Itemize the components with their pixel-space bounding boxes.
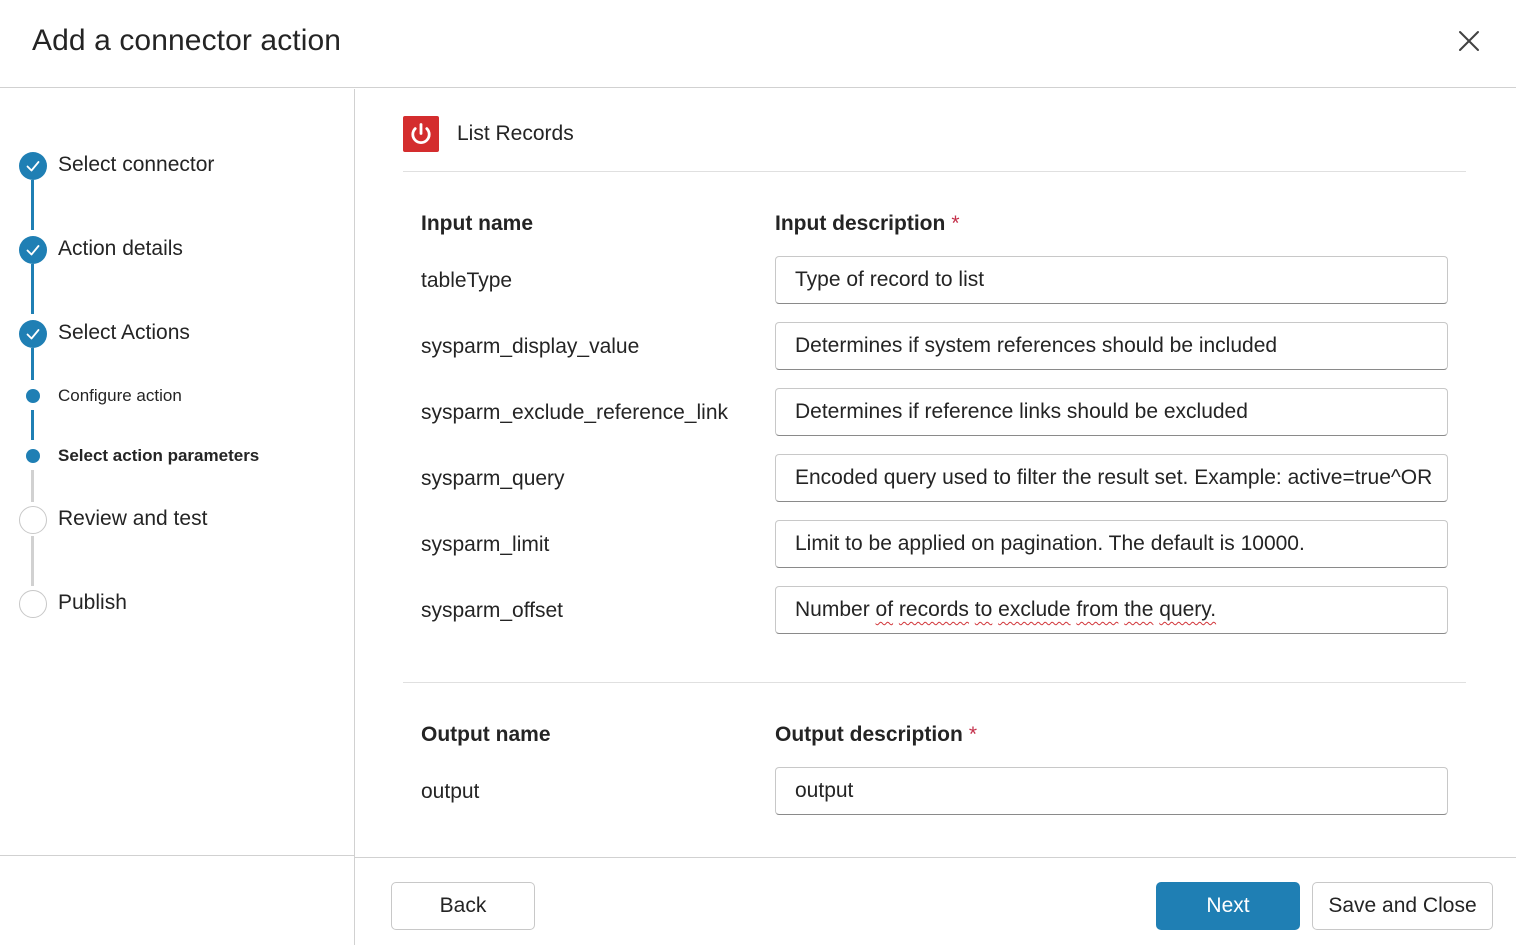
- stepper-sidebar: [0, 89, 354, 856]
- description-word: Number: [795, 598, 870, 621]
- input-name-header: Input name: [421, 212, 534, 235]
- output-description-field[interactable]: output: [775, 767, 1448, 815]
- description-word: records: [898, 598, 969, 621]
- description-word: exclude: [998, 598, 1071, 621]
- output-name: output: [421, 780, 480, 803]
- action-name: List Records: [457, 122, 574, 145]
- input-description-header: Input description *: [775, 212, 960, 236]
- output-description-header: Output description *: [775, 723, 977, 747]
- input-name: tableType: [421, 269, 513, 292]
- footer-divider: [355, 857, 1516, 858]
- input-name: sysparm_offset: [421, 599, 564, 622]
- save-and-close-button[interactable]: Save and Close: [1312, 882, 1493, 930]
- input-description-header-label: Input description: [775, 212, 946, 235]
- input-description-field[interactable]: Limit to be applied on pagination. The d…: [775, 520, 1448, 568]
- required-marker: *: [968, 723, 978, 746]
- substep-dot-icon: [26, 389, 40, 403]
- close-icon[interactable]: [1450, 22, 1488, 60]
- input-name: sysparm_display_value: [421, 335, 640, 358]
- step-action-details[interactable]: Action details: [58, 237, 183, 261]
- step-review-and-test: Review and test: [58, 507, 208, 530]
- required-marker: *: [951, 212, 960, 235]
- dialog-header: Add a connector action: [0, 0, 1516, 88]
- substep-dot-icon: [26, 449, 40, 463]
- step-complete-icon: [19, 236, 47, 264]
- substep-select-action-parameters[interactable]: Select action parameters: [58, 446, 259, 466]
- input-description-field[interactable]: Determines if reference links should be …: [775, 388, 1448, 436]
- step-complete-icon: [19, 152, 47, 180]
- description-word: to: [974, 598, 993, 621]
- step-connector: [31, 264, 34, 314]
- power-icon: [403, 116, 439, 152]
- step-complete-icon: [19, 320, 47, 348]
- output-name-header: Output name: [421, 723, 551, 746]
- step-pending-icon: [19, 590, 47, 618]
- output-description-header-label: Output description: [775, 723, 963, 746]
- dialog-title: Add a connector action: [32, 24, 342, 57]
- divider: [403, 171, 1466, 172]
- description-word: from: [1076, 598, 1119, 621]
- panel-divider: [354, 89, 355, 945]
- step-select-actions[interactable]: Select Actions: [58, 321, 190, 345]
- input-name: sysparm_query: [421, 467, 565, 490]
- step-publish: Publish: [58, 591, 127, 614]
- divider: [403, 682, 1466, 683]
- step-select-connector[interactable]: Select connector: [58, 153, 214, 177]
- step-pending-icon: [19, 506, 47, 534]
- description-word: of: [875, 598, 894, 621]
- next-button[interactable]: Next: [1156, 882, 1300, 930]
- back-button[interactable]: Back: [391, 882, 535, 930]
- step-connector: [31, 180, 34, 230]
- description-word: query.: [1159, 598, 1217, 621]
- input-description-text: Number of records to exclude from the qu…: [795, 598, 1216, 621]
- input-description-field[interactable]: Type of record to list: [775, 256, 1448, 304]
- input-description-field[interactable]: Number of records to exclude from the qu…: [775, 586, 1448, 634]
- input-description-field[interactable]: Determines if system references should b…: [775, 322, 1448, 370]
- input-description-field[interactable]: Encoded query used to filter the result …: [775, 454, 1448, 502]
- input-name: sysparm_exclude_reference_link: [421, 401, 728, 424]
- step-connector: [31, 470, 34, 502]
- step-connector: [31, 536, 34, 586]
- input-name: sysparm_limit: [421, 533, 550, 556]
- step-connector: [31, 410, 34, 440]
- description-word: the: [1124, 598, 1154, 621]
- substep-configure-action[interactable]: Configure action: [58, 386, 182, 406]
- step-connector: [31, 348, 34, 380]
